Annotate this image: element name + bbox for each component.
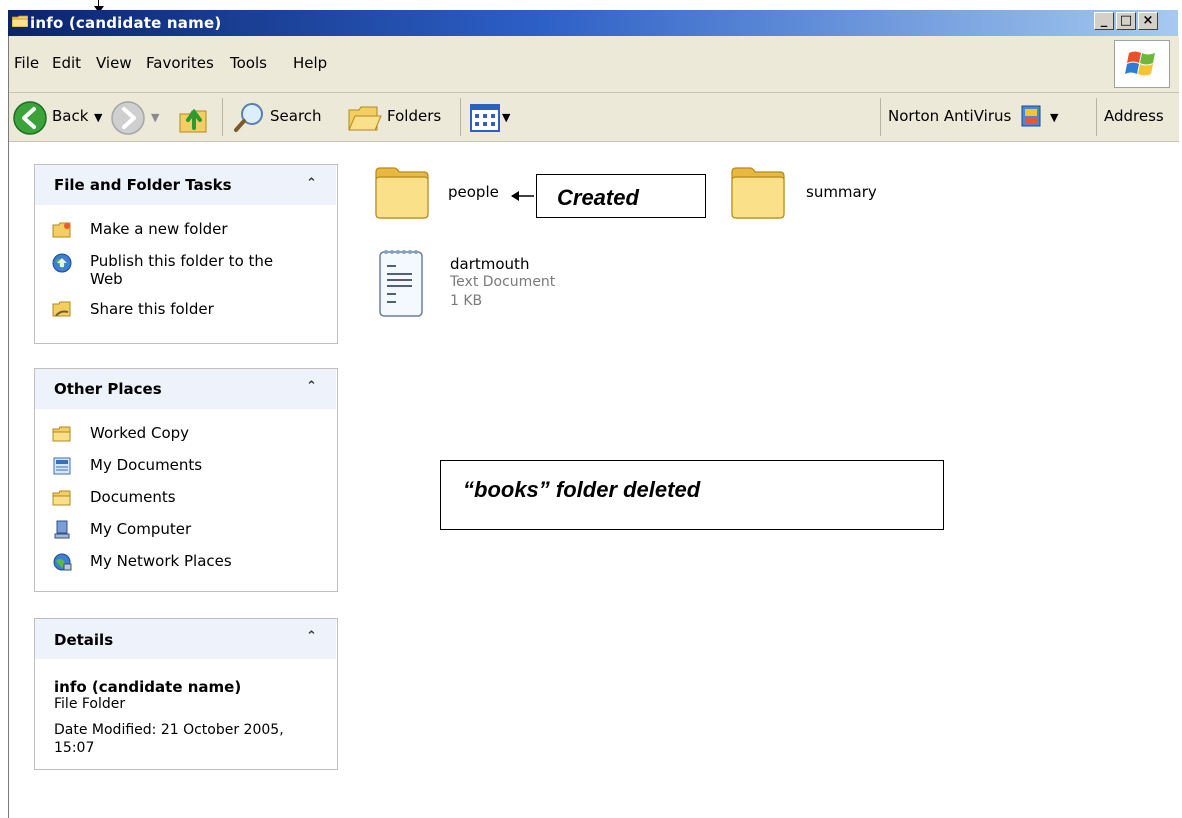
details-modified: Date Modified: 21 October 2005, [54, 722, 284, 738]
menu-tools[interactable]: Tools [230, 54, 267, 72]
folder-icon [12, 15, 28, 27]
folder-icon [52, 490, 71, 506]
file-size: 1 KB [450, 293, 483, 309]
folder-icon[interactable] [728, 164, 788, 220]
file-type: Text Document [450, 274, 556, 290]
place-worked-copy[interactable]: Worked Copy [90, 424, 189, 442]
task-make-new-folder[interactable]: Make a new folder [90, 220, 228, 238]
place-my-network[interactable]: My Network Places [90, 552, 232, 570]
close-button[interactable]: × [1138, 12, 1158, 30]
collapse-chevron-icon[interactable]: ⌃ [306, 176, 317, 191]
search-icon[interactable] [232, 100, 268, 136]
toolbar-separator [1096, 98, 1097, 136]
norton-icon[interactable] [1020, 104, 1042, 130]
collapse-chevron-icon[interactable]: ⌃ [306, 629, 317, 644]
forward-arrow-icon[interactable] [110, 100, 146, 136]
place-documents[interactable]: Documents [90, 488, 176, 506]
network-places-icon [53, 553, 72, 571]
norton-antivirus-label[interactable]: Norton AntiVirus [888, 107, 1011, 125]
toolbar-separator [460, 98, 461, 136]
windows-logo [1114, 40, 1170, 88]
annotation-created-text: Created [557, 185, 639, 210]
details-modified-time: 15:07 [54, 740, 95, 756]
back-dropdown-icon[interactable]: ▼ [94, 111, 102, 124]
search-button-label[interactable]: Search [270, 107, 322, 125]
norton-dropdown-icon[interactable]: ▼ [1050, 111, 1058, 124]
menu-favorites[interactable]: Favorites [146, 54, 214, 72]
panel-title: Other Places [54, 380, 162, 398]
folder-icon [52, 426, 71, 442]
file-name-dartmouth[interactable]: dartmouth [450, 255, 529, 273]
place-my-documents[interactable]: My Documents [90, 456, 202, 474]
annotation-deleted-text: “books” folder deleted [463, 477, 701, 502]
panel-title: File and Folder Tasks [54, 176, 232, 194]
collapse-chevron-icon[interactable]: ⌃ [306, 379, 317, 394]
annotation-created-box: Created [536, 174, 706, 218]
back-button-label[interactable]: Back [52, 107, 88, 125]
task-publish-web-line2[interactable]: Web [90, 270, 123, 288]
up-folder-icon[interactable] [176, 100, 212, 136]
back-arrow-icon[interactable] [12, 100, 48, 136]
place-my-computer[interactable]: My Computer [90, 520, 191, 538]
window-title: info (candidate name) [30, 14, 222, 32]
menu-view[interactable]: View [96, 54, 132, 72]
panel-title: Details [54, 631, 114, 649]
windows-flag-icon [1125, 51, 1155, 76]
task-share-folder[interactable]: Share this folder [90, 300, 214, 318]
task-publish-web[interactable]: Publish this folder to the [90, 252, 273, 270]
file-name-people[interactable]: people [448, 183, 499, 201]
annotation-arrow [511, 191, 534, 201]
toolbar-separator [880, 98, 881, 136]
minimize-button[interactable]: _ [1094, 12, 1114, 30]
forward-dropdown-icon[interactable]: ▼ [151, 111, 159, 124]
folders-button-label[interactable]: Folders [387, 107, 441, 125]
text-document-icon[interactable] [374, 246, 428, 320]
menu-help[interactable]: Help [293, 54, 327, 72]
menu-file[interactable]: File [14, 54, 39, 72]
details-type: File Folder [54, 696, 126, 712]
new-folder-icon [52, 222, 71, 238]
my-computer-icon [54, 520, 70, 539]
menu-edit[interactable]: Edit [52, 54, 81, 72]
views-dropdown-icon[interactable]: ▼ [502, 111, 510, 124]
annotation-deleted-box: “books” folder deleted [440, 460, 944, 530]
address-label[interactable]: Address [1104, 107, 1164, 125]
share-folder-icon [52, 301, 71, 317]
maximize-button[interactable]: □ [1116, 12, 1136, 30]
folders-icon[interactable] [347, 102, 383, 134]
toolbar-separator [222, 98, 223, 136]
publish-web-icon [52, 253, 72, 273]
file-name-summary[interactable]: summary [806, 183, 877, 201]
details-name: info (candidate name) [54, 678, 242, 696]
my-documents-icon [53, 457, 71, 475]
views-icon[interactable] [470, 104, 500, 132]
folder-icon[interactable] [372, 164, 432, 220]
